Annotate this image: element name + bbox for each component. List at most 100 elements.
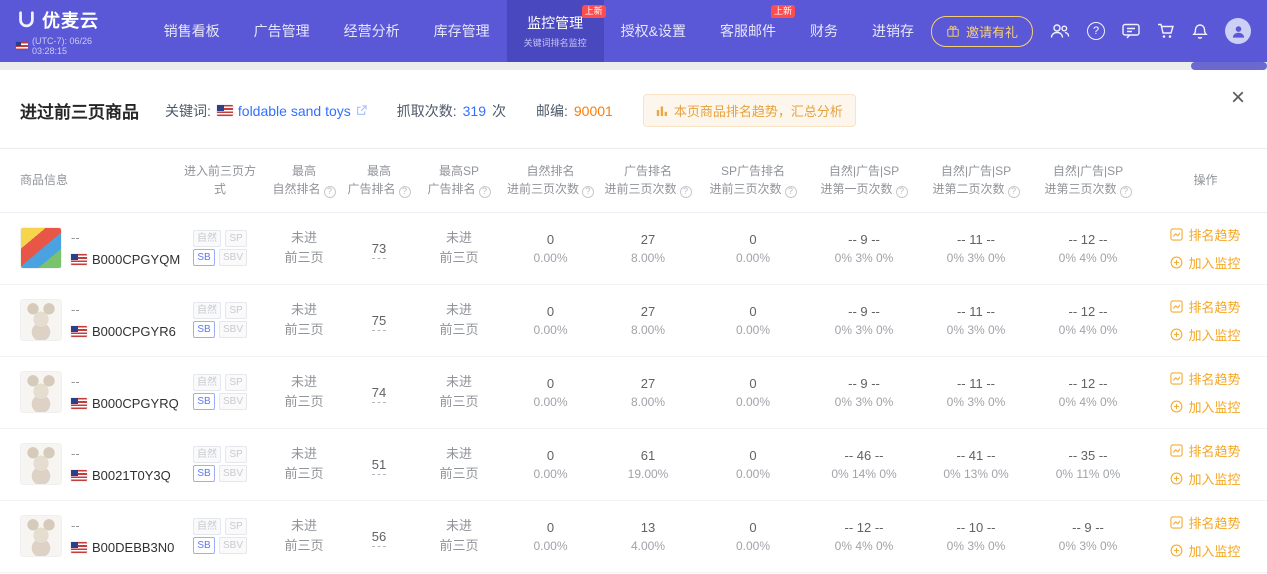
- product-cell: -- B00DEBB3N0: [0, 500, 175, 573]
- brand[interactable]: 优麦云 (UTC-7): 06/26 03:28:15: [0, 0, 133, 62]
- add-monitor-link[interactable]: 加入监控: [1170, 253, 1241, 272]
- nav-item-inventory-management[interactable]: 库存管理: [417, 0, 507, 62]
- rank-trend-link[interactable]: 排名趋势: [1170, 513, 1241, 532]
- nav-item-customer-email[interactable]: 上新 客服邮件: [703, 0, 795, 62]
- rank-trend-link[interactable]: 排名趋势: [1170, 369, 1241, 388]
- product-title: --: [71, 517, 80, 533]
- logo-text: 优麦云: [42, 10, 99, 31]
- cart-icon[interactable]: [1157, 23, 1175, 39]
- badge-sb: SB: [192, 537, 215, 555]
- nav-item-finance[interactable]: 财务: [793, 0, 855, 62]
- info-icon[interactable]: ?: [895, 186, 908, 199]
- product-asin: B00DEBB3N0: [92, 539, 175, 555]
- best-sp-ad-rank-cell: 未进 前三页: [415, 356, 503, 429]
- page2-count-cell: -- 11 -- 0% 3% 0%: [920, 212, 1032, 285]
- col-actions: 操作: [1144, 148, 1267, 213]
- add-monitor-link[interactable]: 加入监控: [1170, 325, 1241, 344]
- nav-item-sales-dashboard[interactable]: 销售看板: [147, 0, 237, 62]
- badge-sbv: SBV: [218, 537, 247, 555]
- nav-item-operations-analysis[interactable]: 经营分析: [327, 0, 417, 62]
- crawl-unit: 次: [492, 102, 506, 119]
- product-asin: B0021T0Y3Q: [92, 467, 171, 483]
- add-monitor-link[interactable]: 加入监控: [1170, 397, 1241, 416]
- add-monitor-link[interactable]: 加入监控: [1170, 541, 1241, 560]
- ad-entry-count-cell: 13 4.00%: [598, 500, 698, 573]
- ad-entry-count-cell: 27 8.00%: [598, 284, 698, 357]
- badge-natural: 自然: [193, 302, 221, 320]
- best-ad-rank-value: 73: [371, 240, 387, 259]
- feedback-icon[interactable]: [1122, 23, 1140, 39]
- rank-trend-link[interactable]: 排名趋势: [1170, 441, 1241, 460]
- product-asin: B000CPGYQM: [92, 251, 181, 267]
- nav-item-ad-management[interactable]: 广告管理: [237, 0, 327, 62]
- product-asin: B000CPGYRQ: [92, 395, 179, 411]
- page3-count-cell: -- 12 -- 0% 4% 0%: [1032, 212, 1144, 285]
- best-natural-rank-cell: 未进 前三页: [265, 428, 343, 501]
- badge-sp: SP: [225, 446, 247, 464]
- trend-chart-icon: [1170, 228, 1184, 241]
- panel-header: 进过前三页商品 关键词: foldable sand toys 抓取次数: 31…: [0, 70, 1267, 148]
- info-icon[interactable]: ?: [679, 186, 692, 199]
- user-avatar[interactable]: [1225, 18, 1251, 44]
- badge-natural: 自然: [193, 446, 221, 464]
- badge-sb: SB: [192, 393, 215, 411]
- add-monitor-link[interactable]: 加入监控: [1170, 469, 1241, 488]
- actions-cell: 排名趋势 加入监控: [1144, 284, 1267, 357]
- us-flag-icon: [71, 469, 87, 481]
- gift-icon: [946, 24, 960, 38]
- horizontal-scrollbar-thumb[interactable]: [1191, 62, 1267, 70]
- best-ad-rank-cell: 75: [343, 284, 415, 357]
- badge-sp: SP: [225, 374, 247, 392]
- bar-chart-icon: [656, 105, 668, 117]
- rank-trend-link[interactable]: 排名趋势: [1170, 225, 1241, 244]
- invite-button[interactable]: 邀请有礼: [930, 15, 1033, 47]
- product-thumb: [20, 371, 62, 414]
- info-icon[interactable]: ?: [582, 186, 595, 199]
- keyword-link[interactable]: foldable sand toys: [216, 103, 367, 119]
- product-title: --: [71, 373, 80, 389]
- info-icon[interactable]: ?: [478, 186, 491, 199]
- product-cell: -- B000CPGYQM: [0, 212, 180, 285]
- info-icon[interactable]: ?: [323, 186, 336, 199]
- page2-count-cell: -- 11 -- 0% 3% 0%: [920, 356, 1032, 429]
- trend-chart-icon: [1170, 372, 1184, 385]
- info-icon[interactable]: ?: [1007, 186, 1020, 199]
- external-link-icon: [356, 105, 367, 116]
- info-icon[interactable]: ?: [784, 186, 797, 199]
- product-title: --: [71, 301, 80, 317]
- product-thumb: [20, 443, 62, 486]
- product-thumb: [20, 515, 62, 558]
- actions-cell: 排名趋势 加入监控: [1144, 428, 1267, 501]
- plus-circle-icon: [1170, 544, 1183, 557]
- nav-item-purchase-sales-stock[interactable]: 进销存: [855, 0, 931, 62]
- product-thumb: [20, 299, 62, 342]
- col-product-info: 商品信息: [0, 148, 175, 213]
- page2-count-cell: -- 11 -- 0% 3% 0%: [920, 284, 1032, 357]
- best-sp-ad-rank-cell: 未进 前三页: [415, 500, 503, 573]
- entry-method-cell: 自然 SP SB SBV: [175, 500, 265, 573]
- summary-analysis-button[interactable]: 本页商品排名趋势，汇总分析: [642, 94, 856, 128]
- best-ad-rank-value: 75: [371, 312, 387, 331]
- entry-method-cell: 自然 SP SB SBV: [175, 284, 265, 357]
- info-icon[interactable]: ?: [1119, 186, 1132, 199]
- info-icon[interactable]: ?: [398, 186, 411, 199]
- best-ad-rank-value: 74: [371, 384, 387, 403]
- col-page2-count: 自然|广告|SP 进第二页次数?: [920, 148, 1032, 213]
- nav-item-authorization-settings[interactable]: 授权&设置: [604, 0, 703, 62]
- rank-trend-link[interactable]: 排名趋势: [1170, 297, 1241, 316]
- horizontal-scrollbar[interactable]: [0, 62, 1267, 70]
- nav-item-monitoring-management[interactable]: 上新 监控管理 关键词排名监控: [506, 0, 606, 62]
- table-row: -- B000CPGYR6 自然 SP SB SBV 未进 前三页 75 未进 …: [0, 284, 1267, 357]
- actions-cell: 排名趋势 加入监控: [1144, 356, 1267, 429]
- users-icon[interactable]: [1050, 23, 1070, 39]
- page3-count-cell: -- 12 -- 0% 4% 0%: [1032, 284, 1144, 357]
- help-icon[interactable]: ?: [1087, 22, 1105, 40]
- bell-icon[interactable]: [1192, 23, 1208, 40]
- keyword-label: 关键词:: [165, 102, 211, 119]
- entry-method-cell: 自然 SP SB SBV: [175, 212, 265, 285]
- content-panel: 进过前三页商品 关键词: foldable sand toys 抓取次数: 31…: [0, 70, 1267, 574]
- best-natural-rank-cell: 未进 前三页: [265, 500, 343, 573]
- table-body: -- B000CPGYQM 自然 SP SB SBV 未进 前三页 73 未进 …: [0, 212, 1267, 574]
- product-cell: -- B000CPGYRQ: [0, 356, 179, 429]
- close-icon[interactable]: ×: [1231, 86, 1245, 110]
